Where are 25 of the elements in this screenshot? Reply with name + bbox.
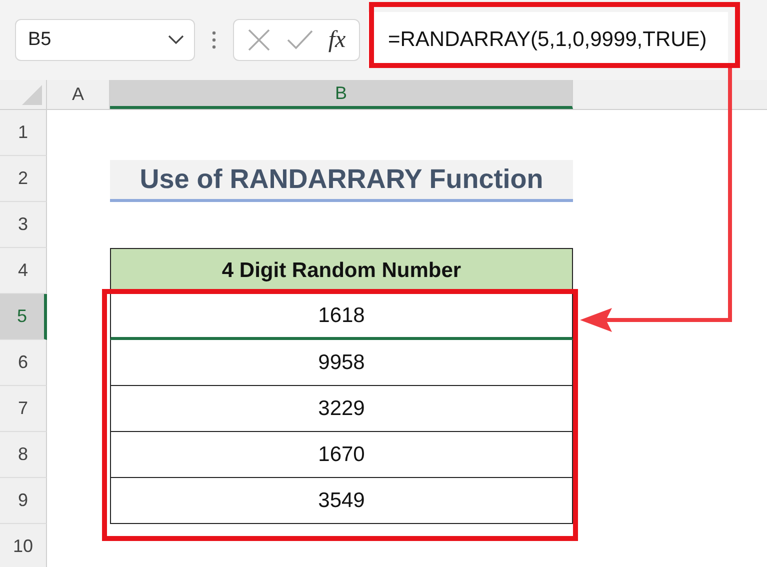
row-header[interactable]: 1 <box>0 110 47 156</box>
row-header[interactable]: 4 <box>0 248 47 294</box>
table-cell: Use of RANDARRARY Function <box>110 160 573 202</box>
table-cell: 9958 <box>110 340 573 386</box>
row-header[interactable]: 10 <box>0 524 47 567</box>
table-cell: 1670 <box>110 432 573 478</box>
more-options-icon[interactable] <box>212 31 216 49</box>
table-cell: 1618 <box>110 294 573 340</box>
name-box[interactable]: B5 <box>15 19 195 61</box>
row-header[interactable]: 5 <box>0 294 47 340</box>
formula-field[interactable]: =RANDARRAY(5,1,0,9999,TRUE) <box>368 12 728 68</box>
row-header[interactable]: 6 <box>0 340 47 386</box>
select-all-icon[interactable] <box>22 85 42 105</box>
table-cell: 3549 <box>110 478 573 524</box>
row-header[interactable]: 9 <box>0 478 47 524</box>
insert-function-button[interactable]: fx <box>328 26 346 54</box>
row-header[interactable]: 2 <box>0 156 47 202</box>
column-header[interactable]: B <box>110 80 573 109</box>
row-header[interactable]: 3 <box>0 202 47 248</box>
check-icon[interactable] <box>286 29 314 51</box>
table-cell: 3229 <box>110 386 573 432</box>
chevron-down-icon <box>168 35 184 45</box>
row-header[interactable]: 7 <box>0 386 47 432</box>
row-header[interactable]: 8 <box>0 432 47 478</box>
cancel-icon[interactable] <box>247 28 272 52</box>
